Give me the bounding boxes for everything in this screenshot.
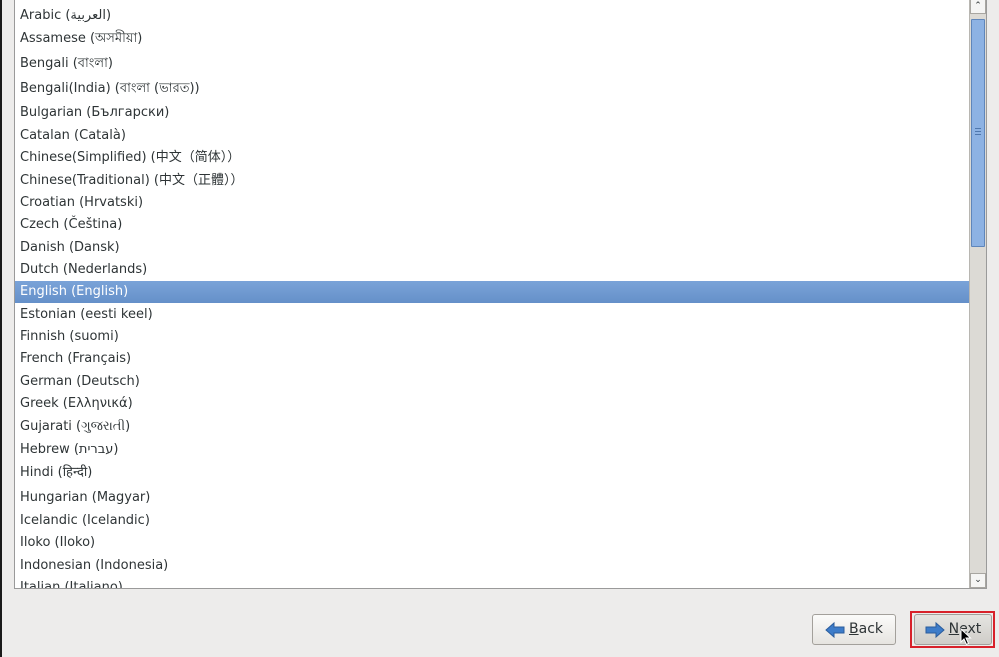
list-item[interactable]: Italian (Italiano) <box>15 577 969 588</box>
list-item[interactable]: Assamese (অসমীয়া) <box>15 28 969 50</box>
grip-icon <box>975 128 981 136</box>
list-item[interactable]: Indonesian (Indonesia) <box>15 555 969 577</box>
list-item[interactable]: Dutch (Nederlands) <box>15 259 969 281</box>
list-item[interactable]: Croatian (Hrvatski) <box>15 192 969 214</box>
list-item[interactable]: Chinese(Simplified) (中文（简体）） <box>15 147 969 169</box>
arrow-right-icon <box>925 621 945 639</box>
vertical-scrollbar[interactable]: ⌃ ⌄ <box>969 0 986 588</box>
back-label: Back <box>849 621 883 637</box>
list-item[interactable]: Bengali(India) (বাংলা (ভারত)) <box>15 78 969 100</box>
language-list-frame: Arabic (العربية) Assamese (অসমীয়া) Bengal… <box>14 0 987 589</box>
list-item[interactable]: Estonian (eesti keel) <box>15 304 969 326</box>
chevron-down-icon[interactable]: ⌄ <box>970 573 986 588</box>
list-item[interactable]: French (Français) <box>15 348 969 370</box>
arrow-left-icon <box>825 621 845 639</box>
list-item[interactable]: Bulgarian (Български) <box>15 102 969 124</box>
list-item[interactable]: Catalan (Català) <box>15 125 969 147</box>
list-item[interactable]: Arabic (العربية) <box>15 5 969 27</box>
list-item[interactable]: Chinese(Traditional) (中文（正體）） <box>15 170 969 192</box>
chevron-up-icon[interactable]: ⌃ <box>970 0 986 14</box>
list-item[interactable]: Iloko (Iloko) <box>15 532 969 554</box>
language-list[interactable]: Arabic (العربية) Assamese (অসমীয়া) Bengal… <box>15 0 969 588</box>
list-item[interactable]: German (Deutsch) <box>15 371 969 393</box>
list-item[interactable]: Greek (Ελληνικά) <box>15 393 969 415</box>
list-item[interactable]: Hindi (हिन्दी) <box>15 462 969 484</box>
back-button[interactable]: Back <box>812 614 896 645</box>
list-item[interactable]: Hungarian (Magyar) <box>15 487 969 509</box>
scrollbar-thumb[interactable] <box>971 19 985 247</box>
list-item[interactable]: Danish (Dansk) <box>15 237 969 259</box>
list-item[interactable]: Czech (Čeština) <box>15 214 969 236</box>
mouse-pointer-icon <box>960 627 972 650</box>
next-button[interactable]: Next <box>914 614 992 645</box>
list-item-selected[interactable]: English (English) <box>15 281 969 303</box>
list-item[interactable]: Hebrew (עברית) <box>15 439 969 461</box>
list-item[interactable]: Bengali (বাংলা) <box>15 53 969 75</box>
window-edge <box>0 0 2 657</box>
list-item[interactable]: Gujarati (ગુજરાતી) <box>15 416 969 438</box>
list-item[interactable]: Finnish (suomi) <box>15 326 969 348</box>
list-item[interactable]: Icelandic (Icelandic) <box>15 510 969 532</box>
